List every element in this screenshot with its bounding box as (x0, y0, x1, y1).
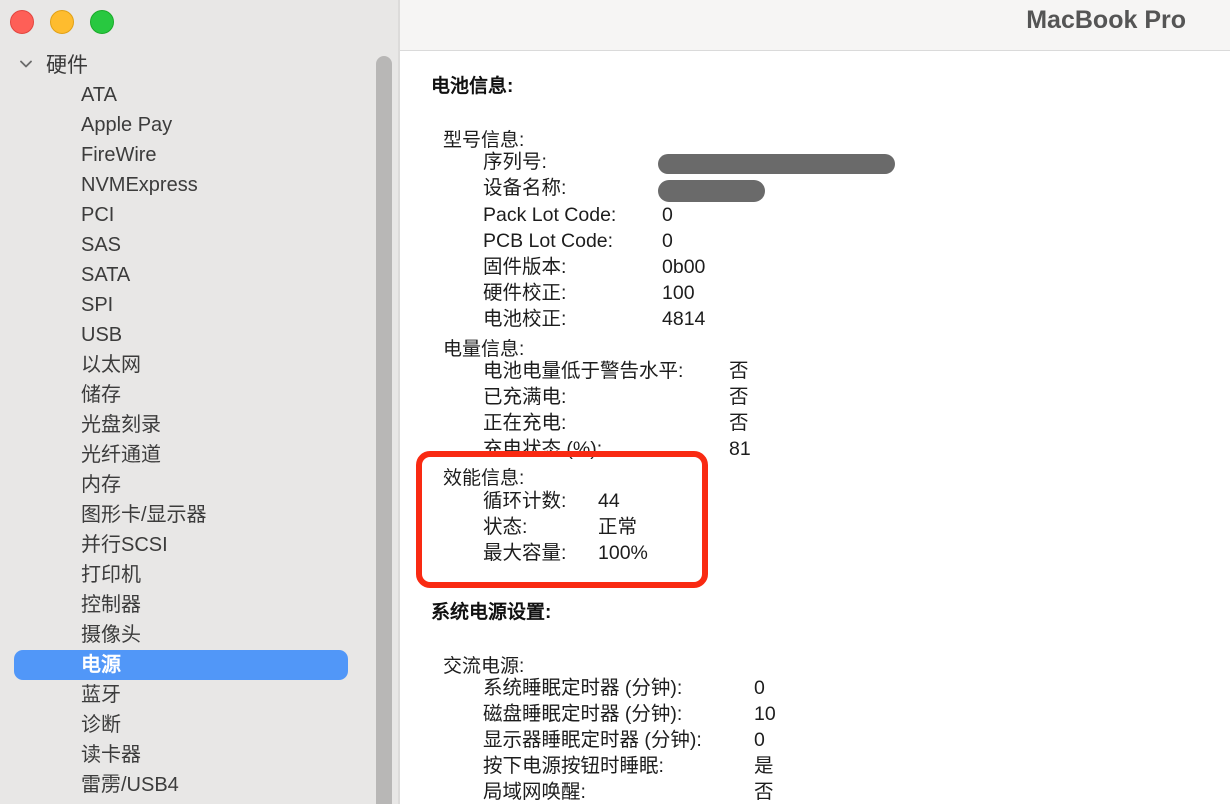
row-key: 固件版本: (483, 256, 567, 278)
sidebar-item[interactable]: 光盘刻录 (14, 410, 348, 440)
sidebar-item[interactable]: ATA (14, 80, 348, 110)
sidebar-nav-list: ATA Apple Pay FireWire NVMExpress PCI SA… (14, 80, 348, 800)
sidebar-item-power-selected[interactable]: 电源 (14, 650, 348, 680)
charge-info-heading: 电量信息: (443, 339, 525, 360)
redaction-mark (658, 180, 765, 202)
sidebar-item[interactable]: 并行SCSI (14, 530, 348, 560)
row-value: 否 (729, 412, 749, 434)
sidebar-item[interactable]: 图形卡/显示器 (14, 500, 348, 530)
row-value: 0 (754, 677, 765, 699)
sidebar-item[interactable]: SAS (14, 230, 348, 260)
zoom-window-button[interactable] (90, 10, 114, 34)
row-key: PCB Lot Code: (483, 230, 614, 252)
row-key: 按下电源按钮时睡眠: (483, 755, 664, 777)
red-highlight-annotation (416, 451, 708, 588)
sidebar-item[interactable]: 以太网 (14, 350, 348, 380)
row-key: 设备名称: (483, 177, 567, 199)
row-key: 电池电量低于警告水平: (483, 360, 684, 382)
row-value: 4814 (662, 308, 706, 330)
row-key: 磁盘睡眠定时器 (分钟): (483, 703, 683, 725)
model-info-heading: 型号信息: (443, 130, 525, 151)
sidebar-item[interactable]: NVMExpress (14, 170, 348, 200)
sidebar-scrollbar[interactable] (376, 56, 392, 804)
row-value: 10 (754, 703, 776, 725)
window-title: MacBook Pro (1026, 6, 1186, 34)
row-value: 否 (729, 360, 749, 382)
sidebar-item[interactable]: 光纤通道 (14, 440, 348, 470)
window-header: MacBook Pro (400, 0, 1230, 51)
row-value: 否 (729, 386, 749, 408)
row-value: 否 (754, 781, 774, 803)
redaction-mark (658, 154, 895, 174)
sidebar-item[interactable]: 摄像头 (14, 620, 348, 650)
row-key: 显示器睡眠定时器 (分钟): (483, 729, 702, 751)
sidebar-item[interactable]: 储存 (14, 380, 348, 410)
sidebar-item[interactable]: FireWire (14, 140, 348, 170)
minimize-window-button[interactable] (50, 10, 74, 34)
row-key: 电池校正: (483, 308, 567, 330)
sidebar-group-hardware[interactable]: 硬件 (20, 50, 88, 78)
ac-power-heading: 交流电源: (443, 656, 525, 677)
sidebar-item[interactable]: 诊断 (14, 710, 348, 740)
row-key: 已充满电: (483, 386, 567, 408)
close-window-button[interactable] (10, 10, 34, 34)
row-key: Pack Lot Code: (483, 204, 617, 226)
row-value: 0 (662, 204, 673, 226)
sidebar-item[interactable]: PCI (14, 200, 348, 230)
row-key: 正在充电: (483, 412, 567, 434)
sidebar-item[interactable]: Apple Pay (14, 110, 348, 140)
sidebar-item[interactable]: USB (14, 320, 348, 350)
sidebar-item[interactable]: 雷雳/USB4 (14, 770, 348, 800)
sidebar-item[interactable]: 读卡器 (14, 740, 348, 770)
row-value: 0 (754, 729, 765, 751)
row-value: 0b00 (662, 256, 706, 278)
chevron-down-icon[interactable] (20, 58, 32, 70)
power-settings-heading: 系统电源设置: (431, 602, 552, 623)
row-value: 是 (754, 755, 774, 777)
row-key: 硬件校正: (483, 282, 567, 304)
row-value: 100 (662, 282, 695, 304)
battery-info-heading: 电池信息: (431, 76, 514, 97)
sidebar-item[interactable]: SPI (14, 290, 348, 320)
sidebar-item[interactable]: SATA (14, 260, 348, 290)
sidebar-item[interactable]: 打印机 (14, 560, 348, 590)
row-value: 0 (662, 230, 673, 252)
sidebar: 硬件 ATA Apple Pay FireWire NVMExpress PCI… (0, 0, 398, 804)
sidebar-item[interactable]: 内存 (14, 470, 348, 500)
sidebar-item[interactable]: 控制器 (14, 590, 348, 620)
sidebar-group-label: 硬件 (46, 54, 88, 77)
row-key: 局域网唤醒: (483, 781, 586, 803)
row-key: 系统睡眠定时器 (分钟): (483, 677, 683, 699)
sidebar-item[interactable]: 蓝牙 (14, 680, 348, 710)
row-key: 序列号: (483, 151, 547, 173)
detail-pane: 电池信息: 型号信息: 序列号: 设备名称: Pack Lot Code: 0 … (400, 51, 1230, 804)
row-value: 81 (729, 438, 751, 460)
